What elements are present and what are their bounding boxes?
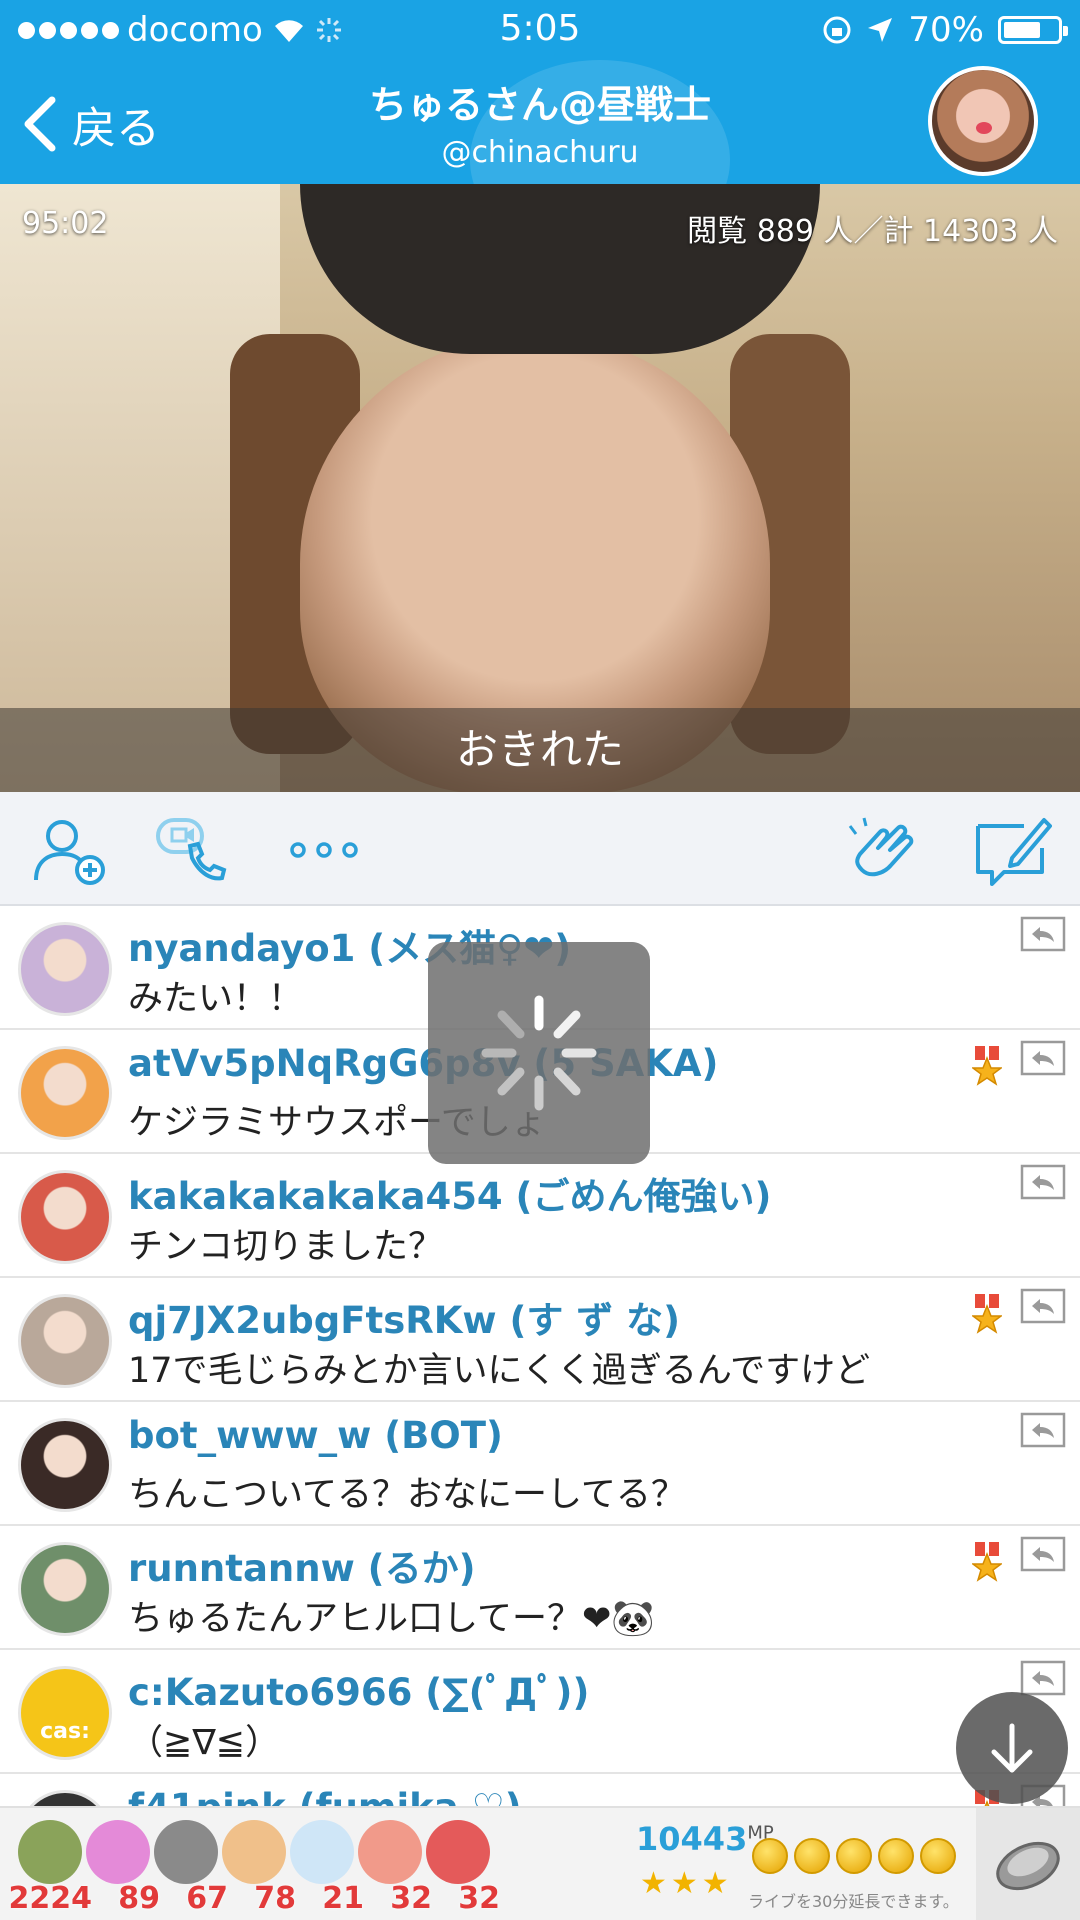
rotation-lock-icon [823,16,851,44]
clap-hands-icon [222,1820,286,1884]
extend-note: ライブを30分延長できます。 [748,1892,959,1911]
comment-text: 17で毛じらみとか言いにくく過ぎるんですけど [128,1351,871,1391]
more-options-button[interactable] [284,814,364,886]
broadcaster-avatar[interactable] [928,66,1038,176]
medal-icon [970,1542,1004,1582]
reply-icon[interactable] [1020,1288,1066,1328]
viewer-count: 閲覧 889 人／計 14303 人 [687,214,1058,249]
comment-row[interactable]: cas: c:Kazuto6966 (∑(ﾟДﾟ)) （≧∇≦） [0,1650,1080,1774]
ghost-card-icon [290,1820,354,1884]
battery-percent: 70% [908,10,984,50]
commenter-name[interactable]: qj7JX2ubgFtsRKw (す ず な) [128,1290,680,1344]
tea-bag-icon [18,1820,82,1884]
add-follow-icon [34,820,105,885]
coin-icon [836,1838,872,1874]
gift-count: 32 [458,1881,500,1916]
commenter-avatar[interactable] [18,1170,112,1264]
compose-comment-button[interactable] [972,814,1052,886]
commenter-avatar[interactable] [18,1418,112,1512]
header-bar: docomo 5:05 70% 戻る ちゅるさん@昼戦士 @chinachuru [0,0,1080,184]
collab-call-icon [156,818,227,881]
comment-text: みたい！！ [128,979,304,1019]
broadcaster-name: ちゅるさん@昼戦士 [368,83,711,127]
coin-icon [878,1838,914,1874]
clap-icon [848,817,914,877]
cake-icon [426,1820,490,1884]
coin-icon [794,1838,830,1874]
coin-disc-icon [154,1820,218,1884]
gift-more-button[interactable] [976,1808,1080,1920]
commenter-avatar[interactable]: cas: [18,1666,112,1760]
comment-text: チンコ切りました？ [128,1227,444,1267]
more-icon [290,842,358,858]
battery-fill [1004,22,1041,38]
commenter-name[interactable]: kakakakakaka454 (ごめん俺強い) [128,1166,771,1220]
gift-bar: 10443MP ★★★ ライブを30分延長できます。 2224 89 67 78 21 3… [0,1806,1080,1920]
reply-icon[interactable] [1020,1040,1066,1080]
reply-icon[interactable] [1020,1164,1066,1204]
elapsed-timer: 95:02 [22,206,109,241]
status-bar: docomo 5:05 70% [0,0,1080,60]
comment-row[interactable]: f41pink (fumika ♡) [0,1774,1080,1806]
bear-icon [86,1820,150,1884]
comment-row[interactable]: kakakakakaka454 (ごめん俺強い) チンコ切りました？ [0,1154,1080,1278]
battery-icon [998,16,1068,44]
coin-icon [752,1838,788,1874]
coin-icon [920,1838,956,1874]
collab-call-button[interactable] [152,814,232,886]
commenter-name[interactable]: f41pink (fumika ♡) [128,1786,522,1806]
action-bar [0,792,1080,906]
broadcaster-title: ちゅるさん@昼戦士 @chinachuru [0,74,1080,170]
commenter-avatar[interactable] [18,1046,112,1140]
coin-disc-icon [996,1841,1060,1891]
coin-row[interactable] [752,1838,956,1874]
reply-icon[interactable] [1020,916,1066,956]
commenter-avatar[interactable] [18,1294,112,1388]
live-video[interactable]: 95:02 閲覧 889 人／計 14303 人 おきれた [0,184,1080,792]
clap-button[interactable] [846,814,926,886]
commenter-name[interactable]: bot_www_w (BOT) [128,1414,503,1457]
rating-stars: ★★★ [640,1866,733,1901]
comment-text: ちゅるたんアヒル口してー？❤🐼 [128,1599,655,1639]
comment-text: （≧∇≦） [128,1723,281,1763]
arrow-down-icon [991,1723,1033,1773]
comment-row[interactable]: qj7JX2ubgFtsRKw (す ず な) 17で毛じらみとか言いにくく過ぎる… [0,1278,1080,1402]
commenter-name[interactable]: c:Kazuto6966 (∑(ﾟДﾟ)) [128,1662,589,1716]
compose-icon [976,818,1052,886]
avatar-label: cas: [40,1719,90,1744]
loading-spinner-icon [481,995,597,1111]
comment-row[interactable]: runntannw (るか) ちゅるたんアヒル口してー？❤🐼 [0,1526,1080,1650]
commenter-name[interactable]: runntannw (るか) [128,1538,476,1592]
scroll-to-latest-button[interactable] [956,1692,1068,1804]
status-right: 70% [822,10,1068,50]
gift-button[interactable]: 32 [416,1820,500,1916]
reply-icon[interactable] [1020,1536,1066,1576]
commenter-avatar[interactable] [18,1790,112,1806]
reply-icon[interactable] [1020,1412,1066,1452]
commenter-avatar[interactable] [18,922,112,1016]
commenter-avatar[interactable] [18,1542,112,1636]
medal-icon [970,1294,1004,1334]
medal-icon [970,1046,1004,1086]
broadcaster-handle: @chinachuru [441,135,639,170]
peach-girl-icon [358,1820,422,1884]
comment-text: ちんこついてる？おなにーしてる？ [128,1475,686,1515]
location-arrow-icon [868,18,893,42]
follow-button[interactable] [30,814,110,886]
broadcast-caption: おきれた [0,708,1080,792]
mp-value: 10443 [636,1820,748,1858]
loading-overlay [428,942,650,1164]
comment-row[interactable]: bot_www_w (BOT) ちんこついてる？おなにーしてる？ [0,1402,1080,1526]
